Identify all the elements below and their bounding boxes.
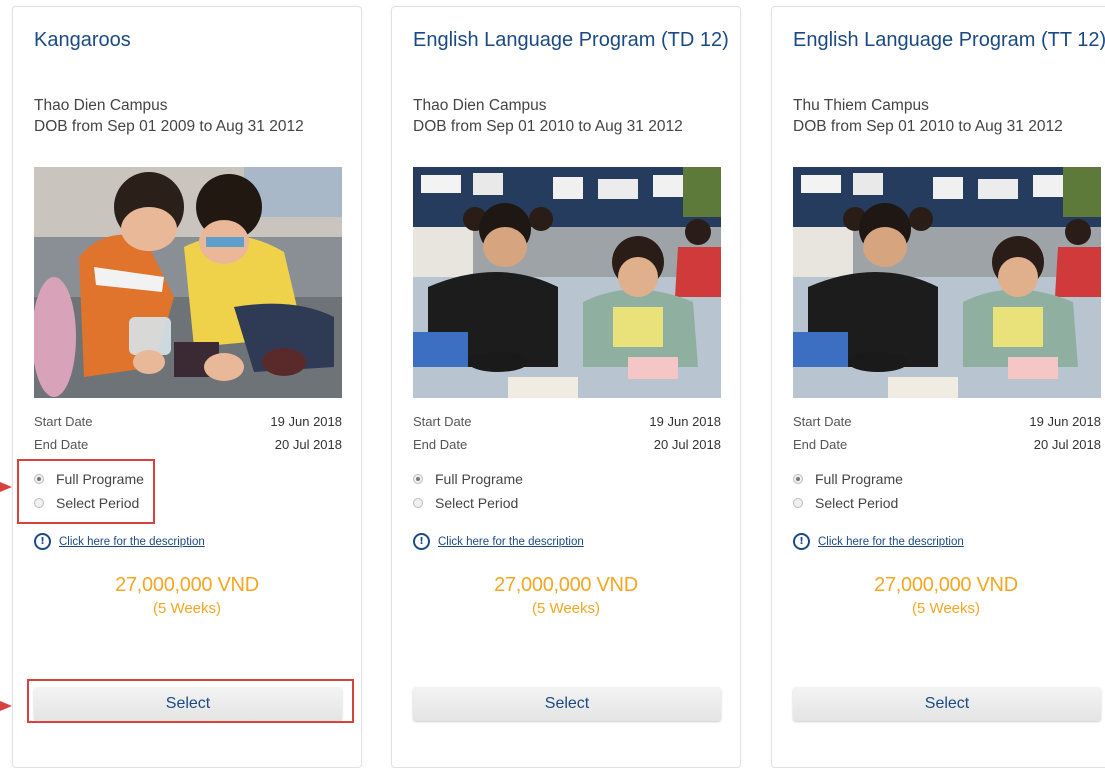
start-date-value: 19 Jun 2018 — [270, 414, 342, 429]
program-title: English Language Program (TT 12) — [793, 29, 1105, 51]
start-date-label: Start Date — [413, 414, 472, 429]
duration: (5 Weeks) — [152, 600, 222, 617]
classroom-students-photo — [793, 167, 1101, 398]
program-photo — [413, 167, 721, 398]
start-date-value: 19 Jun 2018 — [649, 414, 721, 429]
radio-checked[interactable] — [413, 474, 423, 484]
price: 27,000,000 VND — [874, 574, 1018, 596]
radio-checked[interactable] — [793, 474, 803, 484]
full-programe-option[interactable]: Full Programe — [793, 469, 903, 489]
duration: (5 Weeks) — [911, 600, 981, 617]
program-photo — [34, 167, 342, 398]
start-date-label: Start Date — [793, 414, 852, 429]
description-link[interactable]: Click here for the description — [818, 536, 964, 548]
campus-name: Thao Dien Campus — [413, 97, 547, 114]
children-playing-photo — [34, 167, 342, 398]
select-period-option[interactable]: Select Period — [413, 493, 518, 513]
description-row: ! Click here for the description — [413, 533, 584, 550]
description-row: ! Click here for the description — [34, 533, 205, 550]
arrow-icon — [0, 482, 12, 492]
info-icon: ! — [34, 533, 51, 550]
program-card: English Language Program (TT 12) Thu Thi… — [771, 6, 1105, 768]
end-date-value: 20 Jul 2018 — [274, 437, 342, 452]
program-card: English Language Program (TD 12) Thao Di… — [391, 6, 741, 768]
highlight-box-select — [27, 679, 354, 723]
program-card: Kangaroos Thao Dien Campus DOB from Sep … — [12, 6, 362, 768]
select-period-option[interactable]: Select Period — [793, 493, 898, 513]
program-title: Kangaroos — [34, 29, 131, 51]
option-label: Full Programe — [815, 471, 903, 487]
end-date-value: 20 Jul 2018 — [1033, 437, 1101, 452]
dob-range: DOB from Sep 01 2010 to Aug 31 2012 — [793, 118, 1063, 135]
end-date-label: End Date — [793, 437, 848, 452]
price: 27,000,000 VND — [494, 574, 638, 596]
description-link[interactable]: Click here for the description — [59, 536, 205, 548]
select-button[interactable]: Select — [413, 687, 721, 721]
option-label: Select Period — [435, 495, 519, 511]
option-label: Full Programe — [435, 471, 523, 487]
campus-name: Thao Dien Campus — [34, 97, 168, 114]
highlight-box-options — [17, 459, 155, 524]
radio-unchecked[interactable] — [413, 498, 423, 508]
full-programe-option[interactable]: Full Programe — [413, 469, 523, 489]
description-link[interactable]: Click here for the description — [438, 536, 584, 548]
classroom-students-photo — [413, 167, 721, 398]
start-date-label: Start Date — [34, 414, 93, 429]
end-date-label: End Date — [413, 437, 468, 452]
dob-range: DOB from Sep 01 2009 to Aug 31 2012 — [34, 118, 304, 135]
radio-unchecked[interactable] — [793, 498, 803, 508]
info-icon: ! — [793, 533, 810, 550]
option-label: Select Period — [815, 495, 899, 511]
start-date-value: 19 Jun 2018 — [1029, 414, 1101, 429]
info-icon: ! — [413, 533, 430, 550]
description-row: ! Click here for the description — [793, 533, 964, 550]
campus-name: Thu Thiem Campus — [793, 97, 929, 114]
program-photo — [793, 167, 1101, 398]
select-button[interactable]: Select — [793, 687, 1101, 721]
program-title: English Language Program (TD 12) — [413, 29, 729, 51]
end-date-label: End Date — [34, 437, 89, 452]
duration: (5 Weeks) — [531, 600, 601, 617]
dob-range: DOB from Sep 01 2010 to Aug 31 2012 — [413, 118, 683, 135]
arrow-icon — [0, 701, 12, 711]
end-date-value: 20 Jul 2018 — [653, 437, 721, 452]
price: 27,000,000 VND — [115, 574, 259, 596]
